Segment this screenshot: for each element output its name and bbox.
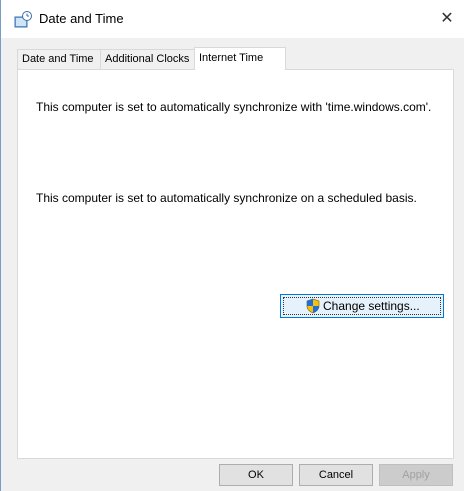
close-icon[interactable]: ✕ [436, 8, 458, 30]
uac-shield-icon [305, 298, 321, 314]
sync-server-text: This computer is set to automatically sy… [36, 100, 432, 114]
window-title: Date and Time [39, 11, 124, 26]
cancel-button[interactable]: Cancel [299, 464, 373, 486]
sync-schedule-text: This computer is set to automatically sy… [36, 191, 417, 205]
change-settings-button[interactable]: Change settings... [280, 294, 444, 318]
date-time-icon [13, 11, 33, 29]
internet-time-panel: This computer is set to automatically sy… [17, 69, 454, 459]
tab-additional-clocks[interactable]: Additional Clocks [100, 49, 195, 69]
date-time-dialog: Date and Time ✕ Date and Time Additional… [0, 0, 464, 491]
ok-button[interactable]: OK [219, 464, 293, 486]
tab-date-and-time[interactable]: Date and Time [17, 49, 101, 69]
title-bar[interactable]: Date and Time ✕ [1, 0, 464, 38]
tab-internet-time[interactable]: Internet Time [194, 47, 286, 70]
change-settings-label: Change settings... [323, 299, 420, 313]
apply-button[interactable]: Apply [379, 464, 453, 486]
